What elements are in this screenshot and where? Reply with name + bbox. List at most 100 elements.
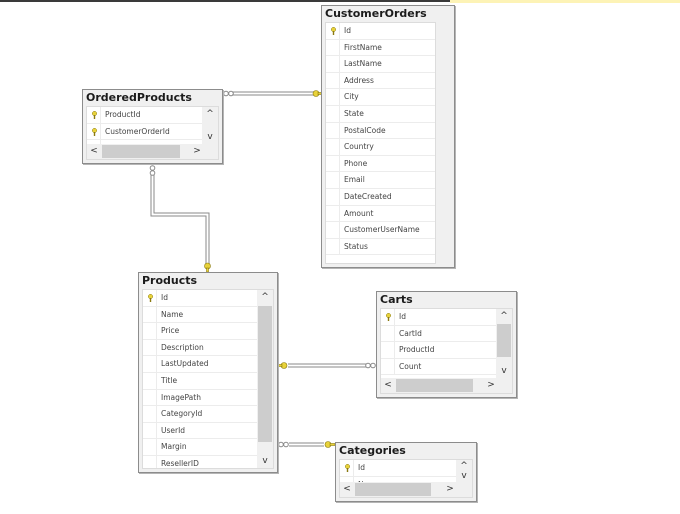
column-row[interactable]: Country [326,139,435,156]
horizontal-scrollbar[interactable]: < > [381,378,512,393]
column-row[interactable]: City [326,89,435,106]
table-carts[interactable]: Carts Id CartId ProductId Count ^ v < > [376,291,517,398]
column-row[interactable]: Name [143,306,257,324]
scroll-thumb[interactable] [258,306,272,442]
column-row[interactable]: ImagePath [143,389,257,407]
horizontal-scrollbar[interactable]: < > [87,144,218,159]
rel-products-carts[interactable] [288,362,376,369]
column-row[interactable]: State [326,105,435,123]
scroll-right-icon[interactable]: > [190,144,204,158]
column-row[interactable]: Description [143,339,257,357]
column-name: Id [358,463,365,472]
scroll-thumb[interactable] [497,324,511,357]
primary-key-icon [386,313,391,321]
row-gutter [100,123,101,140]
scroll-thumb[interactable] [396,379,473,392]
column-name: ProductId [105,110,141,119]
row-gutter [339,188,340,205]
column-name: Status [344,241,368,251]
row-gutter [394,358,395,375]
table-title: Carts [380,293,413,306]
column-row[interactable]: Amount [326,205,435,223]
row-gutter [353,460,354,476]
column-row[interactable]: Address [326,72,435,90]
primary-key-icon [148,294,153,302]
column-row[interactable]: UserId [143,422,257,440]
scroll-thumb[interactable] [102,145,180,158]
table-products[interactable]: Products Id Name Price Description LastUpdat… [138,272,278,473]
column-row[interactable]: CartId [381,325,496,343]
column-row[interactable]: Margin [143,439,257,456]
row-gutter [339,23,340,39]
column-row[interactable]: Id [143,290,257,307]
table-title: Categories [339,444,406,457]
row-gutter [339,56,340,72]
scroll-up-icon[interactable]: ^ [203,107,217,121]
column-row[interactable]: Title [143,372,257,390]
column-name: Phone [344,158,368,168]
vertical-scrollbar[interactable]: ^ v [456,460,472,482]
scroll-down-icon[interactable]: v [497,364,511,378]
row-gutter [339,72,340,89]
primary-key-icon [92,111,97,119]
column-name: LastName [344,59,382,69]
vertical-scrollbar[interactable]: ^ v [202,107,218,144]
table-title: CustomerOrders [325,7,427,20]
column-row[interactable]: ProductId [87,107,202,124]
table-title: Products [142,274,198,287]
scroll-left-icon[interactable]: < [87,144,101,158]
row-gutter [156,356,157,372]
column-name: PostalCode [344,125,386,135]
row-gutter [156,290,157,306]
column-row[interactable]: LastName [326,56,435,73]
row-gutter [156,306,157,323]
column-name: Title [161,375,178,385]
column-row[interactable]: CustomerOrderId [87,123,202,141]
column-name: Email [344,175,365,185]
table-categories[interactable]: Categories IdName ^ v < > [335,442,477,502]
rel-products-categories[interactable] [278,441,324,448]
column-row[interactable]: Email [326,172,435,189]
horizontal-scrollbar[interactable]: < > [340,482,472,497]
column-name: Description [161,342,204,352]
scroll-down-icon[interactable]: v [258,454,272,468]
scroll-left-icon[interactable]: < [340,482,354,496]
scroll-thumb[interactable] [355,483,431,496]
rel-orderedproducts-customerorders[interactable] [223,90,316,97]
column-row[interactable]: CustomerUserName [326,222,435,239]
vertical-scrollbar[interactable]: ^ v [496,309,512,378]
column-row[interactable]: ProductId [381,342,496,359]
scroll-down-icon[interactable]: v [457,469,471,483]
scroll-up-icon[interactable]: ^ [258,290,272,304]
scroll-down-icon[interactable]: v [203,130,217,144]
column-row[interactable]: CategoryId [143,406,257,423]
column-row[interactable]: Id [340,460,456,477]
column-row[interactable]: ResellerID [143,455,257,468]
column-row[interactable]: FirstName [326,39,435,57]
column-row[interactable]: Count [381,358,496,376]
column-row[interactable]: PostalCode [326,122,435,140]
vertical-scrollbar[interactable]: ^ v [257,290,273,468]
table-orderedproducts[interactable]: OrderedProducts ProductId CustomerOrderId… [82,89,223,164]
column-name: Address [344,75,374,85]
scroll-right-icon[interactable]: > [484,378,498,392]
column-row[interactable]: Id [381,309,496,326]
column-row[interactable]: Phone [326,155,435,173]
column-name: CategoryId [161,409,203,419]
column-name: Margin [161,442,187,452]
scroll-right-icon[interactable]: > [443,482,457,496]
column-row[interactable]: DateCreated [326,188,435,206]
column-row[interactable]: Price [143,323,257,340]
column-row[interactable]: Status [326,238,435,256]
column-row[interactable]: Id [326,23,435,40]
scroll-left-icon[interactable]: < [381,378,395,392]
scroll-up-icon[interactable]: ^ [497,309,511,323]
row-gutter [156,372,157,389]
table-customerorders[interactable]: CustomerOrders Id FirstName LastName Addres… [321,5,455,268]
row-gutter [339,155,340,172]
column-row[interactable]: LastUpdated [143,356,257,373]
rel-orderedproducts-products[interactable] [149,165,210,266]
column-name: ResellerID [161,458,199,468]
row-gutter [394,325,395,342]
column-name: Id [399,312,406,321]
